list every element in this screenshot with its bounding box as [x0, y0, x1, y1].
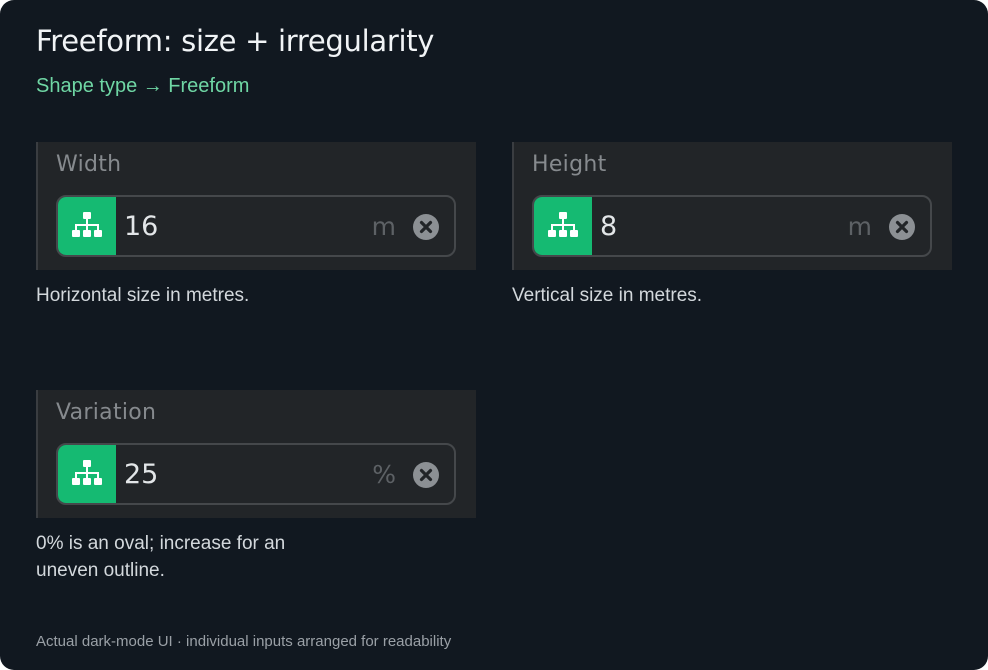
variation-unit: %: [372, 459, 396, 489]
breadcrumb: Shape type → Freeform: [36, 75, 250, 97]
variation-label: Variation: [56, 400, 157, 425]
hierarchy-icon: [534, 197, 592, 255]
page-title: Freeform: size + irregularity: [36, 24, 435, 58]
width-label: Width: [56, 152, 122, 177]
width-unit: m: [371, 211, 396, 241]
variation-field: Variation 25 %: [36, 390, 476, 518]
height-unit: m: [847, 211, 872, 241]
clear-icon[interactable]: [413, 462, 439, 488]
variation-help: 0% is an oval; increase for an uneven ou…: [36, 530, 396, 584]
variation-input[interactable]: 25 %: [56, 443, 456, 505]
hierarchy-icon: [58, 197, 116, 255]
hierarchy-icon: [58, 445, 116, 503]
height-input[interactable]: 8 m: [532, 195, 932, 257]
clear-icon[interactable]: [889, 214, 915, 240]
clear-icon[interactable]: [413, 214, 439, 240]
width-value[interactable]: 16: [124, 197, 158, 255]
settings-panel: Freeform: size + irregularity Shape type…: [0, 0, 988, 670]
width-field: Width 16 m: [36, 142, 476, 270]
width-input[interactable]: 16 m: [56, 195, 456, 257]
height-label: Height: [532, 152, 607, 177]
footer-note: Actual dark-mode UI · individual inputs …: [36, 633, 452, 650]
height-help: Vertical size in metres.: [512, 285, 703, 306]
variation-help-line-2: uneven outline.: [36, 560, 165, 581]
height-field: Height 8 m: [512, 142, 952, 270]
height-value[interactable]: 8: [600, 197, 617, 255]
variation-value[interactable]: 25: [124, 445, 158, 503]
variation-help-line-1: 0% is an oval; increase for an: [36, 533, 286, 554]
width-help: Horizontal size in metres.: [36, 285, 250, 306]
